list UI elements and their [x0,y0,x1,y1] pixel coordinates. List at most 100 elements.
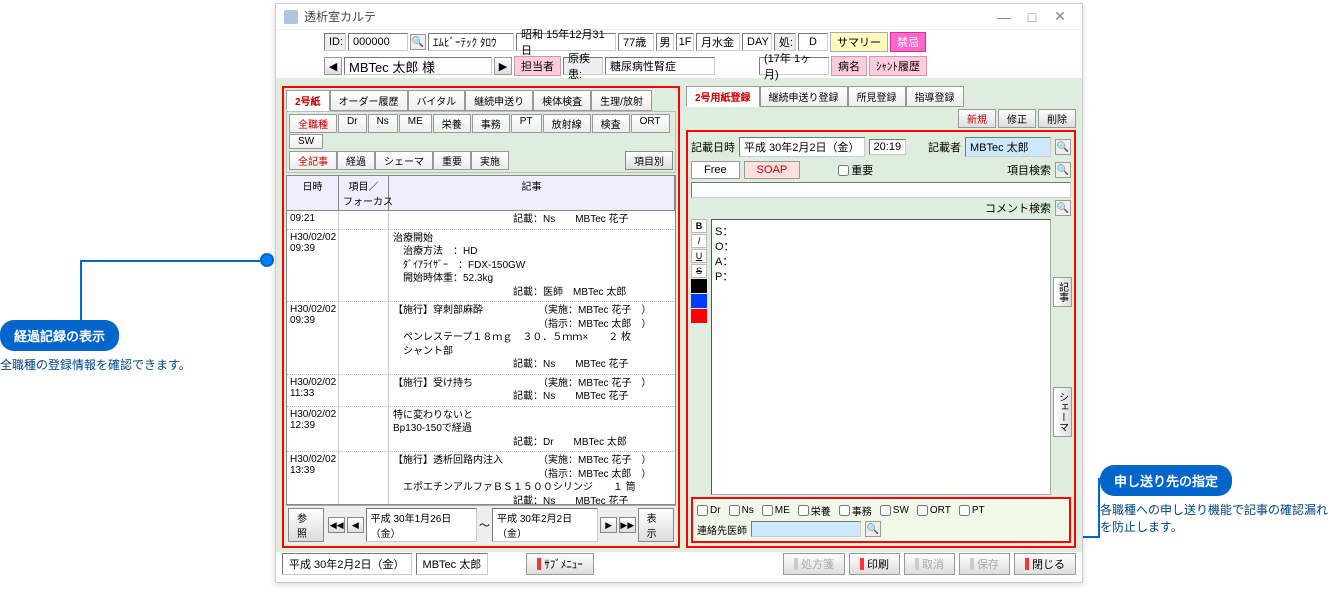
taboo-button[interactable]: 禁忌 [890,32,926,52]
view-done[interactable]: 実施 [471,151,509,170]
date-prev-button[interactable]: ◀ [347,517,364,533]
important-checkbox[interactable]: 重要 [838,162,873,178]
tab-2gou-entry[interactable]: 2号用紙登録 [686,86,760,107]
dest-sw[interactable]: SW [880,505,909,516]
tab-order-history[interactable]: オーダー履歴 [330,90,408,111]
summary-button[interactable]: サマリー [830,32,888,52]
dest-栄養[interactable]: 栄養 [798,503,831,518]
record-body[interactable]: 09:21記載：Ns MBTec 花子H30/02/02 09:39治療開始 治… [287,211,675,504]
close-button[interactable]: ✕ [1046,6,1074,28]
comment-search-icon[interactable]: 🔍 [1055,200,1071,216]
minimize-button[interactable]: — [990,6,1018,28]
item-search-input[interactable] [691,182,1071,198]
side-schema-tab[interactable]: シェーマ [1053,387,1072,437]
editor-textarea[interactable]: S： O： A： P： [711,219,1051,495]
dest-ns[interactable]: Ns [729,505,754,516]
table-row[interactable]: H30/02/02 09:39【施行】穿刺部麻酔 （実施：MBTec 花子 ） … [287,302,675,375]
underline-button[interactable]: U [691,249,707,263]
tab-findings-entry[interactable]: 所見登録 [848,86,906,107]
role-ort[interactable]: ORT [631,114,670,133]
date-next-button[interactable]: ▶ [600,517,617,533]
item-view-button[interactable]: 項目別 [625,151,673,170]
footer-user: MBTec 太郎 [416,553,489,575]
view-all[interactable]: 全記事 [289,151,337,170]
left-main-tabs: 2号紙 オーダー履歴 バイタル 継続申送り 検体検査 生理/放射 [286,90,676,111]
dest-pt[interactable]: PT [959,505,985,516]
tab-physio-radio[interactable]: 生理/放射 [591,90,652,111]
role-radio[interactable]: 放射線 [543,114,591,133]
callout-right: 申し送り先の指定 各職種への申し送り機能で記事の確認漏れを防止します。 [1100,465,1330,536]
author-search-icon[interactable]: 🔍 [1055,139,1071,155]
submenu-button[interactable]: ｻﾌﾞﾒﾆｭｰ [526,553,594,575]
contact-doctor-field[interactable] [751,521,861,537]
table-row[interactable]: H30/02/02 09:39治療開始 治療方法 ：HD ﾀﾞｲｱﾗｲｻﾞｰ ：… [287,230,675,303]
bold-button[interactable]: B [691,219,707,233]
maximize-button[interactable]: □ [1018,6,1046,28]
item-search-icon[interactable]: 🔍 [1055,162,1071,178]
role-exam[interactable]: 検査 [592,114,630,133]
color-red[interactable] [691,309,707,323]
close-footer-button[interactable]: 閉じる [1014,553,1076,575]
table-row[interactable]: H30/02/02 13:39【施行】透析回路内注入 （実施：MBTec 花子 … [287,452,675,504]
dest-dr[interactable]: Dr [697,505,721,516]
tab-guidance-entry[interactable]: 指導登録 [906,86,964,107]
view-schema[interactable]: シェーマ [375,151,433,170]
tab-lab[interactable]: 検体検査 [533,90,591,111]
print-button[interactable]: 印刷 [849,553,900,575]
dest-事務[interactable]: 事務 [839,503,872,518]
save-button[interactable]: 保存 [959,553,1010,575]
view-important[interactable]: 重要 [433,151,471,170]
prescription-button[interactable]: 処方箋 [783,553,845,575]
disease-name-button[interactable]: 病名 [831,56,867,76]
window-title: 透析室カルテ [304,8,990,25]
role-dr[interactable]: Dr [338,114,367,133]
prev-patient-button[interactable]: ◀ [324,57,342,75]
table-row[interactable]: 09:21記載：Ns MBTec 花子 [287,211,675,230]
delete-button[interactable]: 削除 [1038,109,1076,128]
dest-ort[interactable]: ORT [917,505,951,516]
free-mode-button[interactable]: Free [691,161,740,179]
role-pt[interactable]: PT [511,114,542,133]
role-ns[interactable]: Ns [368,114,398,133]
color-blue[interactable] [691,294,707,308]
view-progress[interactable]: 経過 [337,151,375,170]
disease-label: 原疾患: [563,57,603,75]
contact-doctor-search-icon[interactable]: 🔍 [865,521,881,537]
shunt-history-button[interactable]: ｼｬﾝﾄ履歴 [869,56,927,76]
role-sw[interactable]: SW [289,134,323,149]
table-row[interactable]: H30/02/02 12:39特に変わりないとBp130-150で経過記載：Dr… [287,407,675,453]
entry-date[interactable]: 平成 30年2月2日（金） [739,137,865,157]
color-black[interactable] [691,279,707,293]
table-row[interactable]: H30/02/02 11:33【施行】受け持ち （実施：MBTec 花子 ）記載… [287,375,675,407]
id-search-icon[interactable]: 🔍 [410,34,426,50]
tab-handover-entry[interactable]: 継続申送り登録 [760,86,848,107]
next-patient-button[interactable]: ▶ [494,57,512,75]
date-from[interactable]: 平成 30年1月26日（金） [366,508,477,542]
tab-handover[interactable]: 継続申送り [465,90,533,111]
assignee-button[interactable]: 担当者 [514,56,561,76]
footer-date: 平成 30年2月2日（金） [282,553,412,575]
dest-me[interactable]: ME [762,505,790,516]
cancel-button[interactable]: 取消 [904,553,955,575]
format-toolbar: B I U S [691,219,709,495]
date-to[interactable]: 平成 30年2月2日（金） [492,508,598,542]
entry-time[interactable]: 20:19 [869,139,907,155]
sex: 男 [656,33,674,51]
date-first-button[interactable]: ◀◀ [328,517,345,533]
date-last-button[interactable]: ▶▶ [619,517,636,533]
new-button[interactable]: 新規 [958,109,996,128]
reference-button[interactable]: 参照 [288,508,324,542]
modify-button[interactable]: 修正 [998,109,1036,128]
author-field[interactable]: MBTec 太郎 [965,137,1051,157]
show-button[interactable]: 表示 [638,508,674,542]
soap-mode-button[interactable]: SOAP [744,161,801,179]
role-all[interactable]: 全職種 [289,114,337,133]
role-me[interactable]: ME [399,114,432,133]
tab-vital[interactable]: バイタル [408,90,466,111]
role-nutrition[interactable]: 栄養 [433,114,471,133]
role-office[interactable]: 事務 [472,114,510,133]
strike-button[interactable]: S [691,264,707,278]
tab-2gou[interactable]: 2号紙 [286,90,330,111]
side-entry-tab[interactable]: 記事 [1053,277,1072,307]
italic-button[interactable]: I [691,234,707,248]
